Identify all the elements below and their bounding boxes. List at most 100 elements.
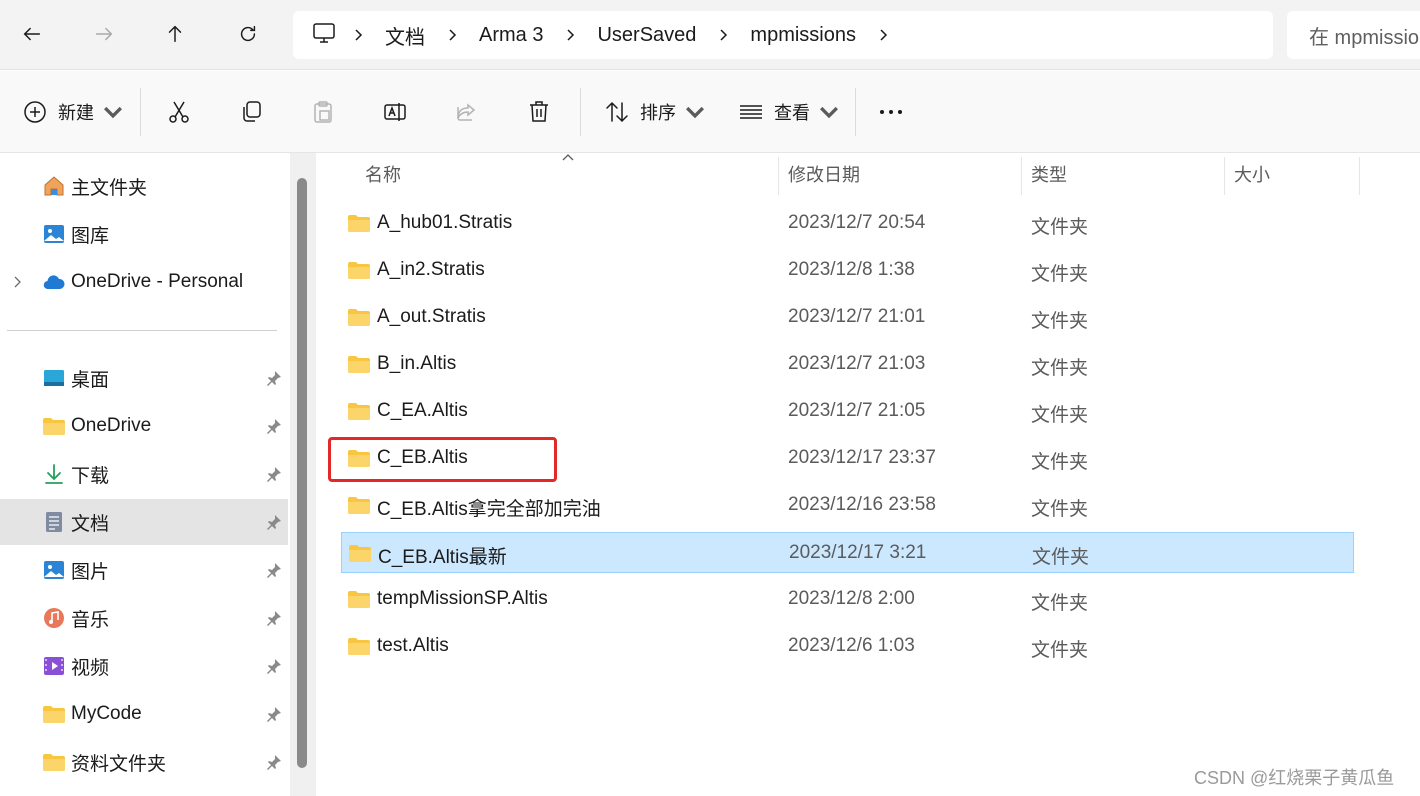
share-icon bbox=[457, 103, 476, 121]
folder-icon bbox=[348, 215, 370, 232]
more-options-button[interactable] bbox=[878, 90, 904, 134]
column-header-size[interactable]: 大小 bbox=[1234, 153, 1270, 195]
chevron-down-icon bbox=[686, 106, 704, 119]
column-divider[interactable] bbox=[1359, 157, 1360, 195]
sidebar-item-label: 音乐 bbox=[71, 609, 110, 631]
chevron-right-icon[interactable] bbox=[345, 22, 371, 48]
file-type: 文件夹 bbox=[1031, 405, 1089, 426]
sidebar-item-label: 图库 bbox=[71, 225, 110, 247]
table-row[interactable]: test.Altis 2023/12/6 1:03 文件夹 bbox=[341, 626, 1354, 667]
sidebar-item-onedrive[interactable]: OneDrive bbox=[0, 403, 288, 449]
chevron-right-icon[interactable] bbox=[10, 275, 24, 289]
file-name: A_out.Stratis bbox=[377, 306, 486, 327]
breadcrumb-item-usersaved[interactable]: UserSaved bbox=[591, 24, 702, 47]
column-header-name[interactable]: 名称 bbox=[365, 153, 401, 195]
view-button[interactable]: 查看 bbox=[738, 90, 842, 134]
table-row[interactable]: tempMissionSP.Altis 2023/12/8 2:00 文件夹 bbox=[341, 579, 1354, 620]
column-divider[interactable] bbox=[1021, 157, 1022, 195]
search-input[interactable]: 在 mpmissions bbox=[1287, 11, 1420, 59]
pin-icon[interactable] bbox=[265, 609, 283, 627]
home-icon bbox=[41, 173, 67, 199]
cut-button[interactable] bbox=[166, 90, 192, 134]
ellipsis-icon bbox=[880, 110, 902, 114]
column-header-type[interactable]: 类型 bbox=[1031, 153, 1067, 195]
file-name: tempMissionSP.Altis bbox=[377, 588, 548, 609]
column-divider[interactable] bbox=[1224, 157, 1225, 195]
sidebar-item-music[interactable]: 音乐 bbox=[0, 595, 288, 641]
back-button[interactable] bbox=[12, 14, 52, 54]
sidebar-item-home[interactable]: 主文件夹 bbox=[0, 163, 288, 209]
column-header-modified[interactable]: 修改日期 bbox=[788, 153, 860, 195]
sidebar-item-label: OneDrive - Personal bbox=[71, 271, 244, 292]
chevron-right-icon[interactable] bbox=[710, 22, 736, 48]
toolbar-divider bbox=[580, 88, 581, 136]
sidebar-item-mycode[interactable]: MyCode bbox=[0, 691, 288, 737]
refresh-button[interactable] bbox=[228, 14, 268, 54]
delete-button[interactable] bbox=[526, 90, 552, 134]
sidebar-item-materials-folder[interactable]: 资料文件夹 bbox=[0, 739, 288, 785]
pin-icon[interactable] bbox=[265, 417, 283, 435]
pin-icon[interactable] bbox=[265, 657, 283, 675]
folder-icon bbox=[348, 309, 370, 326]
file-name: B_in.Altis bbox=[377, 353, 457, 374]
file-modified: 2023/12/7 20:54 bbox=[788, 212, 926, 233]
sidebar-item-gallery[interactable]: 图库 bbox=[0, 211, 288, 257]
file-modified: 2023/12/17 23:37 bbox=[788, 447, 936, 468]
sidebar-item-label: 资料文件夹 bbox=[71, 753, 167, 775]
table-row[interactable]: A_in2.Stratis 2023/12/8 1:38 文件夹 bbox=[341, 250, 1354, 291]
pin-icon[interactable] bbox=[265, 753, 283, 771]
toolbar-divider bbox=[855, 88, 856, 136]
paste-button[interactable] bbox=[310, 90, 336, 134]
chevron-right-icon[interactable] bbox=[439, 22, 465, 48]
pin-icon[interactable] bbox=[265, 561, 283, 579]
rename-button[interactable] bbox=[382, 90, 408, 134]
this-pc-icon[interactable] bbox=[311, 20, 337, 51]
pin-icon[interactable] bbox=[265, 465, 283, 483]
table-row[interactable]: C_EA.Altis 2023/12/7 21:05 文件夹 bbox=[341, 391, 1354, 432]
chevron-right-icon[interactable] bbox=[557, 22, 583, 48]
breadcrumb-item-documents[interactable]: 文档 bbox=[379, 21, 431, 50]
arrow-left-icon bbox=[23, 27, 41, 41]
table-row[interactable]: A_out.Stratis 2023/12/7 21:01 文件夹 bbox=[341, 297, 1354, 338]
pin-icon[interactable] bbox=[265, 369, 283, 387]
annotation-highlight-box bbox=[328, 437, 557, 482]
file-type: 文件夹 bbox=[1031, 452, 1089, 473]
forward-button[interactable] bbox=[84, 14, 124, 54]
column-divider[interactable] bbox=[778, 157, 779, 195]
pin-icon[interactable] bbox=[265, 705, 283, 723]
sidebar-item-documents[interactable]: 文档 bbox=[0, 499, 288, 545]
file-name: C_EB.Altis最新 bbox=[378, 547, 507, 568]
table-row[interactable]: A_hub01.Stratis 2023/12/7 20:54 文件夹 bbox=[341, 203, 1354, 244]
breadcrumb-item-mpmissions[interactable]: mpmissions bbox=[744, 24, 862, 47]
chevron-down-icon bbox=[104, 106, 122, 119]
sidebar-item-desktop[interactable]: 桌面 bbox=[0, 355, 288, 401]
up-button[interactable] bbox=[155, 14, 195, 54]
file-type: 文件夹 bbox=[1031, 311, 1089, 332]
pin-icon[interactable] bbox=[265, 513, 283, 531]
table-row-selected[interactable]: C_EB.Altis最新 2023/12/17 3:21 文件夹 bbox=[341, 532, 1354, 573]
copy-button[interactable] bbox=[238, 90, 264, 134]
onedrive-cloud-icon bbox=[41, 269, 67, 295]
file-name: C_EA.Altis bbox=[377, 400, 468, 421]
scissors-icon bbox=[169, 101, 189, 123]
refresh-icon bbox=[240, 25, 256, 42]
sidebar-item-onedrive-personal[interactable]: OneDrive - Personal bbox=[0, 259, 288, 305]
share-button[interactable] bbox=[454, 90, 480, 134]
sidebar-item-downloads[interactable]: 下载 bbox=[0, 451, 288, 497]
sidebar-item-videos[interactable]: 视频 bbox=[0, 643, 288, 689]
sidebar-scrollbar-thumb[interactable] bbox=[297, 178, 307, 768]
plus-circle-icon bbox=[24, 101, 46, 123]
new-button[interactable]: 新建 bbox=[22, 90, 126, 134]
breadcrumb-item-arma3[interactable]: Arma 3 bbox=[473, 24, 549, 47]
sort-button[interactable]: 排序 bbox=[604, 90, 708, 134]
chevron-right-icon[interactable] bbox=[870, 22, 896, 48]
breadcrumb[interactable]: 文档 Arma 3 UserSaved mpmissions bbox=[293, 11, 1273, 59]
folder-icon bbox=[348, 262, 370, 279]
sidebar-item-pictures[interactable]: 图片 bbox=[0, 547, 288, 593]
file-type: 文件夹 bbox=[1031, 264, 1089, 285]
file-modified: 2023/12/8 1:38 bbox=[788, 259, 915, 280]
video-icon bbox=[41, 653, 67, 679]
table-row[interactable]: B_in.Altis 2023/12/7 21:03 文件夹 bbox=[341, 344, 1354, 385]
folder-icon bbox=[41, 413, 67, 439]
table-row[interactable]: C_EB.Altis拿完全部加完油 2023/12/16 23:58 文件夹 bbox=[341, 485, 1354, 526]
